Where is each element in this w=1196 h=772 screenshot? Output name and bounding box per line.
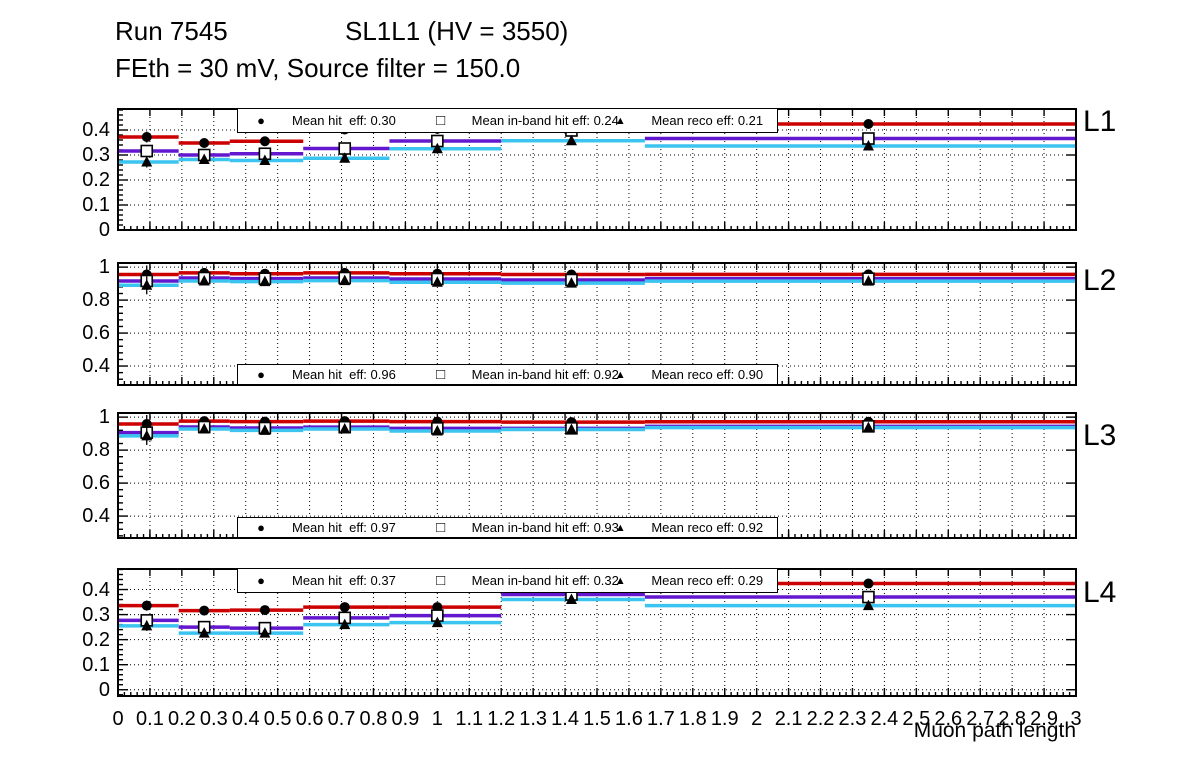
legend-entry: □Mean in-band hit eff: 0.24 — [418, 112, 598, 129]
y-tick-label: 0.1 — [0, 195, 110, 215]
open-square-icon: □ — [434, 519, 448, 536]
inband-eff-marker — [141, 146, 152, 157]
x-tick-label: 0.4 — [232, 709, 260, 729]
open-square-icon: □ — [434, 366, 448, 383]
legend-entry: ● Mean hit eff: 0.97 — [238, 520, 418, 535]
legend-entry: ● Mean hit eff: 0.30 — [238, 113, 418, 128]
y-tick-label: 0.8 — [0, 290, 110, 310]
x-tick-label: 2.2 — [807, 709, 835, 729]
legend-label: Mean hit eff: 0.96 — [292, 367, 396, 382]
hit-eff-marker — [260, 605, 270, 615]
x-tick-label: 2.3 — [839, 709, 867, 729]
legend-entry: □Mean in-band hit eff: 0.93 — [418, 519, 598, 536]
filled-triangle-icon: ▲ — [613, 369, 627, 381]
x-tick-label: 0.3 — [200, 709, 228, 729]
panel-label-L2: L2 — [1083, 266, 1116, 296]
y-tick-label: 0.4 — [0, 506, 110, 526]
filled-circle-icon: ● — [254, 573, 268, 588]
x-tick-label: 0.2 — [168, 709, 196, 729]
hit-eff-marker — [260, 136, 270, 146]
x-tick-label: 2 — [751, 709, 762, 729]
y-tick-label: 0.3 — [0, 605, 110, 625]
x-tick-label: 2.1 — [775, 709, 803, 729]
filled-triangle-icon: ▲ — [613, 575, 627, 587]
x-tick-label: 1.4 — [551, 709, 579, 729]
y-tick-label: 0 — [0, 680, 110, 700]
panel-label-L3: L3 — [1083, 421, 1116, 451]
y-tick-label: 0.4 — [0, 580, 110, 600]
x-tick-label: 1.8 — [679, 709, 707, 729]
x-tick-label: 1.6 — [615, 709, 643, 729]
legend-entry: ▲ Mean reco eff: 0.90 — [597, 367, 777, 382]
x-tick-label: 1.3 — [519, 709, 547, 729]
legend-label: Mean hit eff: 0.37 — [292, 573, 396, 588]
y-tick-label: 0.2 — [0, 630, 110, 650]
legend-label: Mean reco eff: 0.21 — [651, 113, 763, 128]
x-tick-label: 0.5 — [264, 709, 292, 729]
legend-label: Mean reco eff: 0.90 — [651, 367, 763, 382]
x-tick-label: 0 — [112, 709, 123, 729]
legend-label: Mean hit eff: 0.30 — [292, 113, 396, 128]
hit-eff-marker — [340, 602, 350, 612]
open-square-icon: □ — [434, 572, 448, 589]
x-tick-label: 0.7 — [328, 709, 356, 729]
filled-circle-icon: ● — [254, 520, 268, 535]
x-tick-label: 1 — [432, 709, 443, 729]
efficiency-report-canvas: Run 7545 SL1L1 (HV = 3550) FEth = 30 mV,… — [0, 0, 1196, 772]
filled-circle-icon: ● — [254, 367, 268, 382]
x-tick-label: 0.6 — [296, 709, 324, 729]
hit-eff-marker — [199, 606, 209, 616]
y-tick-label: 1 — [0, 407, 110, 427]
legend-label: Mean reco eff: 0.92 — [651, 520, 763, 535]
panel-label-L4: L4 — [1083, 578, 1116, 608]
x-tick-label: 0.1 — [136, 709, 164, 729]
legend-entry: ● Mean hit eff: 0.37 — [238, 573, 418, 588]
filled-triangle-icon: ▲ — [613, 115, 627, 127]
x-tick-label: 1.1 — [455, 709, 483, 729]
panel-label-L1: L1 — [1083, 107, 1116, 137]
legend-entry: □Mean in-band hit eff: 0.32 — [418, 572, 598, 589]
legend-entry: □Mean in-band hit eff: 0.92 — [418, 366, 598, 383]
x-tick-label: 0.9 — [391, 709, 419, 729]
hit-eff-marker — [142, 132, 152, 142]
y-tick-label: 0.4 — [0, 120, 110, 140]
y-tick-label: 0.6 — [0, 323, 110, 343]
filled-circle-icon: ● — [254, 113, 268, 128]
filled-triangle-icon: ▲ — [613, 522, 627, 534]
y-tick-label: 0.1 — [0, 655, 110, 675]
open-square-icon: □ — [434, 112, 448, 129]
legend-L1: ● Mean hit eff: 0.30 □Mean in-band hit eff… — [237, 108, 778, 133]
x-tick-label: 1.5 — [583, 709, 611, 729]
legend-L4: ● Mean hit eff: 0.37 □Mean in-band hit eff… — [237, 568, 778, 593]
x-axis-title: Muon path length — [914, 720, 1076, 741]
legend-entry: ▲ Mean reco eff: 0.92 — [597, 520, 777, 535]
legend-entry: ● Mean hit eff: 0.96 — [238, 367, 418, 382]
legend-entry: ▲ Mean reco eff: 0.29 — [597, 573, 777, 588]
y-tick-label: 0.4 — [0, 356, 110, 376]
hit-eff-marker — [142, 601, 152, 611]
y-tick-label: 1 — [0, 257, 110, 277]
legend-L2: ● Mean hit eff: 0.96 □Mean in-band hit eff… — [237, 364, 778, 385]
x-tick-label: 2.4 — [870, 709, 898, 729]
y-tick-label: 0.2 — [0, 170, 110, 190]
x-tick-label: 1.7 — [647, 709, 675, 729]
hit-eff-marker — [863, 119, 873, 129]
x-tick-label: 0.8 — [360, 709, 388, 729]
y-tick-label: 0.6 — [0, 473, 110, 493]
hit-eff-marker — [863, 579, 873, 589]
legend-label: Mean reco eff: 0.29 — [651, 573, 763, 588]
y-tick-label: 0 — [0, 220, 110, 240]
legend-L3: ● Mean hit eff: 0.97 □Mean in-band hit eff… — [237, 517, 778, 538]
x-tick-label: 1.2 — [487, 709, 515, 729]
y-tick-label: 0.3 — [0, 145, 110, 165]
legend-entry: ▲ Mean reco eff: 0.21 — [597, 113, 777, 128]
hit-eff-marker — [199, 138, 209, 148]
legend-label: Mean hit eff: 0.97 — [292, 520, 396, 535]
x-tick-label: 1.9 — [711, 709, 739, 729]
y-tick-label: 0.8 — [0, 440, 110, 460]
